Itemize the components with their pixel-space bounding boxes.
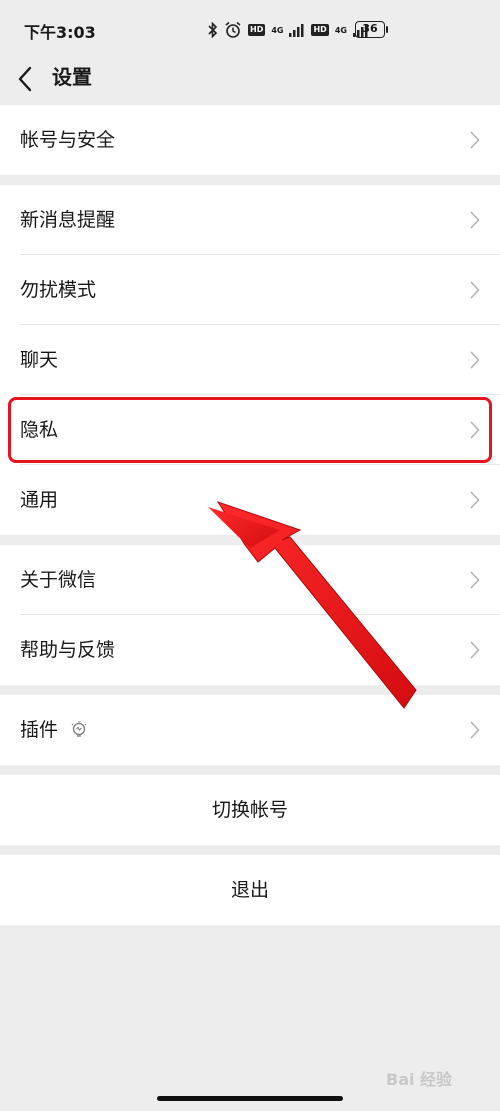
hd-badge: HD — [248, 24, 266, 36]
settings-item-label: 插件 — [20, 719, 59, 741]
switch-account-button[interactable]: 切换帐号 — [0, 775, 500, 845]
settings-item-label: 隐私 — [20, 419, 59, 441]
settings-item-label: 新消息提醒 — [20, 209, 116, 231]
nav-bar: 设置 — [0, 60, 500, 104]
settings-item-general[interactable]: 通用 — [0, 465, 500, 535]
settings-group-account: 帐号与安全 — [0, 105, 500, 175]
chevron-right-icon — [470, 571, 480, 589]
hd-badge-2: HD — [311, 24, 329, 36]
network-type-label: 4G — [271, 25, 284, 35]
home-indicator[interactable] — [157, 1096, 343, 1101]
chevron-right-icon — [470, 421, 480, 439]
settings-item-label: 聊天 — [20, 349, 59, 371]
chevron-right-icon — [470, 721, 480, 739]
signal-icon — [289, 24, 304, 37]
settings-item-label: 通用 — [20, 489, 59, 511]
chevron-right-icon — [470, 641, 480, 659]
status-icons: HD 4G HD 4G — [208, 19, 369, 41]
chevron-right-icon — [470, 131, 480, 149]
settings-item-label: 勿扰模式 — [20, 279, 97, 301]
battery-tip — [386, 26, 388, 33]
alarm-icon — [225, 21, 241, 38]
settings-item-do-not-disturb[interactable]: 勿扰模式 — [0, 255, 500, 325]
network-type-label-2: 4G — [334, 25, 347, 35]
lightbulb-icon — [71, 721, 87, 737]
settings-group-general: 新消息提醒 勿扰模式 聊天 隐私 通用 — [0, 185, 500, 535]
chevron-right-icon — [470, 281, 480, 299]
status-time: 下午3:03 — [24, 23, 96, 42]
battery-level: 36 — [362, 22, 378, 35]
settings-item-about[interactable]: 关于微信 — [0, 545, 500, 615]
settings-item-help-feedback[interactable]: 帮助与反馈 — [0, 615, 500, 685]
chevron-right-icon — [470, 491, 480, 509]
settings-item-privacy[interactable]: 隐私 — [0, 395, 500, 465]
chevron-right-icon — [470, 211, 480, 229]
settings-item-label: 关于微信 — [20, 569, 97, 591]
settings-item-chat[interactable]: 聊天 — [0, 325, 500, 395]
page-title: 设置 — [52, 65, 92, 89]
settings-item-label: 帮助与反馈 — [20, 639, 116, 661]
logout-button[interactable]: 退出 — [0, 855, 500, 925]
battery-icon: 36 — [355, 21, 385, 38]
chevron-left-icon[interactable] — [16, 64, 36, 94]
settings-group-about: 关于微信 帮助与反馈 — [0, 545, 500, 685]
chevron-right-icon — [470, 351, 480, 369]
settings-item-account-security[interactable]: 帐号与安全 — [0, 105, 500, 175]
settings-item-plugins[interactable]: 插件 — [0, 695, 500, 765]
settings-item-notifications[interactable]: 新消息提醒 — [0, 185, 500, 255]
settings-item-label: 帐号与安全 — [20, 129, 116, 151]
bluetooth-icon — [208, 22, 218, 38]
watermark: Bai 经验 — [386, 1070, 453, 1089]
settings-group-plugins: 插件 — [0, 695, 500, 765]
status-bar: 下午3:03 HD 4G HD 4G 36 — [0, 0, 500, 60]
